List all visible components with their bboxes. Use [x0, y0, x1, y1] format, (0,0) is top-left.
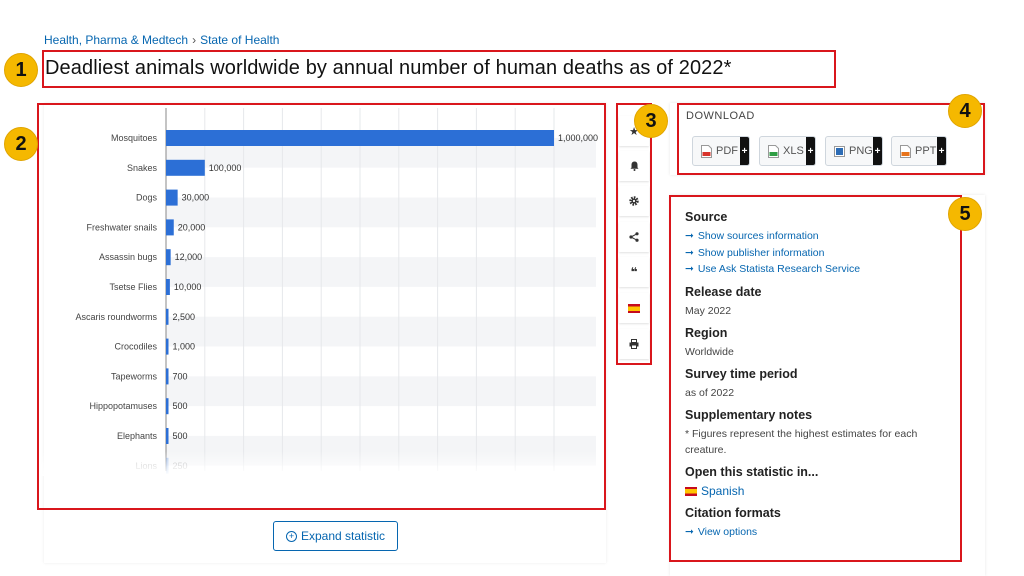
annotation-box-3: [616, 103, 652, 365]
annotation-badge-1: 1: [4, 53, 38, 87]
annotation-box-5: [669, 195, 962, 562]
breadcrumb-separator: ›: [192, 33, 197, 47]
annotation-box-4: [677, 103, 985, 175]
breadcrumb-category[interactable]: Health, Pharma & Medtech: [44, 33, 188, 47]
breadcrumb: Health, Pharma & Medtech › State of Health: [44, 33, 279, 47]
expand-statistic-button[interactable]: + Expand statistic: [273, 521, 398, 551]
annotation-badge-4: 4: [948, 94, 982, 128]
page-title: Deadliest animals worldwide by annual nu…: [45, 57, 732, 79]
breadcrumb-topic[interactable]: State of Health: [200, 33, 279, 47]
statistic-page: Health, Pharma & Medtech › State of Health…: [0, 0, 1024, 576]
annotation-badge-2: 2: [4, 127, 38, 161]
annotation-badge-3: 3: [634, 104, 668, 138]
expand-label: Expand statistic: [300, 529, 386, 543]
annotation-box-2: [37, 103, 606, 510]
annotation-badge-5: 5: [948, 197, 982, 231]
expand-plus-icon: +: [285, 530, 297, 542]
